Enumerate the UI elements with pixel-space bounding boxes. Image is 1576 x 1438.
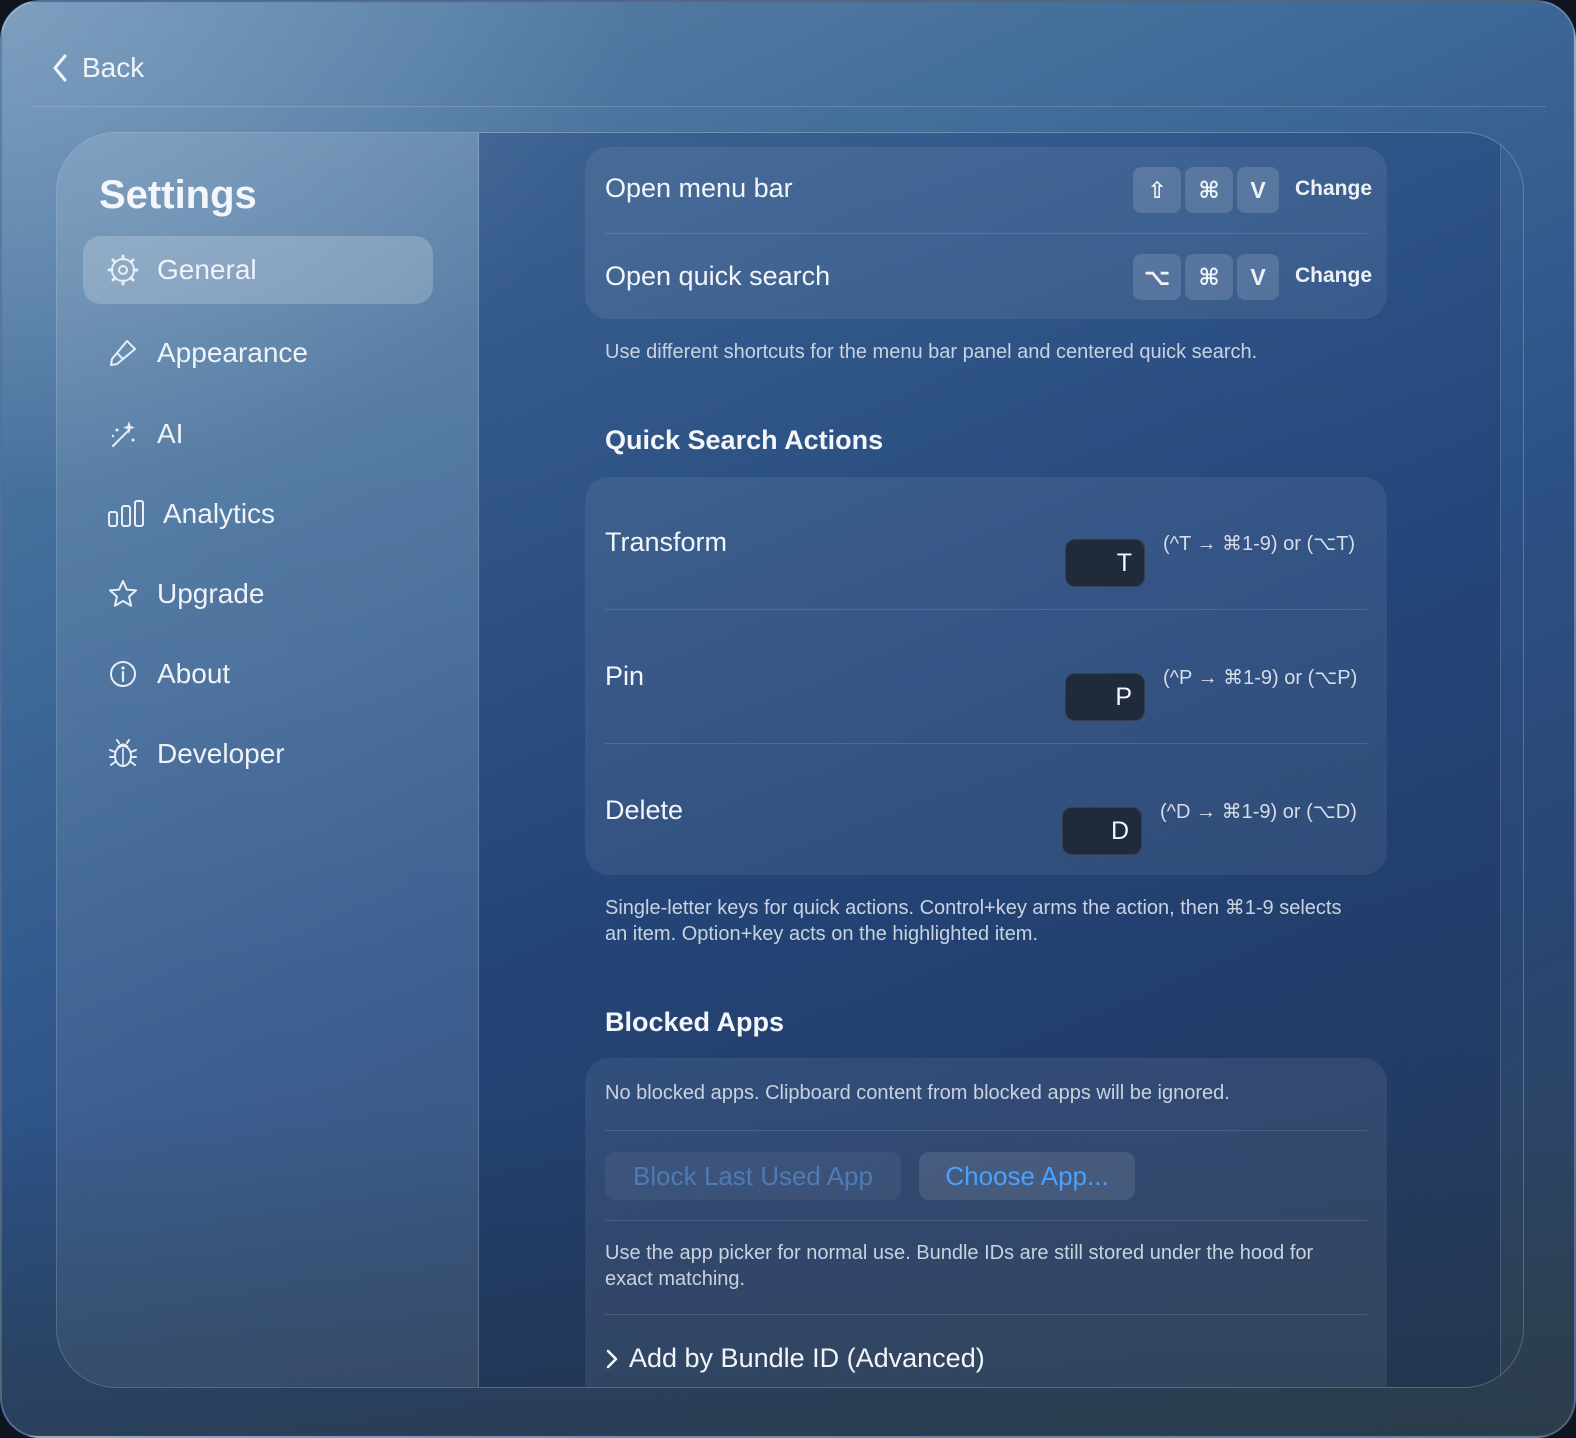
sidebar-item-label: Upgrade: [157, 578, 265, 609]
pin-key-field[interactable]: P: [1065, 673, 1145, 721]
sidebar-title: Settings: [99, 173, 257, 217]
header-divider: [30, 106, 1546, 107]
shortcut-label-menu-bar: Open menu bar: [605, 173, 793, 203]
blocked-apps-note: Use the app picker for normal use. Bundl…: [605, 1242, 1314, 1290]
action-label-delete: Delete: [605, 795, 684, 825]
block-last-used-app-button[interactable]: Block Last Used App: [605, 1152, 901, 1200]
paintbrush-icon: [110, 340, 136, 366]
star-icon: [109, 580, 137, 607]
settings-content: Open menu bar ⇧ ⌘ V Change Open quick se…: [479, 133, 1501, 1387]
transform-key-field[interactable]: T: [1065, 539, 1145, 587]
row-divider: [605, 233, 1367, 234]
back-label: Back: [82, 52, 145, 83]
quick-actions-card: Transform T (^T → ⌘1-9) or (⌥T) Pin P (^…: [585, 477, 1387, 875]
delete-key-field[interactable]: D: [1062, 807, 1142, 855]
sidebar-item-label: General: [157, 254, 257, 285]
command-key: ⌘: [1185, 167, 1233, 213]
blocked-apps-empty-text: No blocked apps. Clipboard content from …: [605, 1082, 1230, 1104]
transform-key-hint: (^T → ⌘1-9) or (⌥T): [1163, 533, 1356, 555]
shortcut-label-quick-search: Open quick search: [605, 261, 831, 291]
quick-actions-note: Single-letter keys for quick actions. Co…: [605, 897, 1342, 945]
option-key: ⌥: [1133, 254, 1181, 300]
row-divider: [605, 1130, 1367, 1131]
sidebar-item-about[interactable]: About: [83, 640, 433, 708]
pin-key-hint: (^P → ⌘1-9) or (⌥P): [1163, 667, 1358, 689]
info-icon: [110, 661, 136, 687]
sidebar: Settings General Appearance AI Analytics…: [57, 133, 479, 1387]
change-menu-bar-shortcut-button[interactable]: Change: [1295, 177, 1372, 201]
row-divider: [605, 1220, 1367, 1221]
sidebar-item-appearance[interactable]: Appearance: [83, 319, 433, 387]
v-key: V: [1237, 167, 1279, 213]
shift-key: ⇧: [1133, 167, 1181, 213]
settings-window: Back Settings General Appearance AI Anal…: [0, 0, 1576, 1438]
sidebar-item-general[interactable]: General: [83, 236, 433, 304]
sidebar-item-analytics[interactable]: Analytics: [83, 480, 433, 548]
blocked-apps-heading: Blocked Apps: [605, 1007, 785, 1037]
command-key: ⌘: [1185, 254, 1233, 300]
back-button[interactable]: Back: [50, 48, 144, 88]
shortcuts-card: Open menu bar ⇧ ⌘ V Change Open quick se…: [585, 147, 1387, 319]
chevron-right-icon: [606, 1349, 618, 1368]
shortcuts-note: Use different shortcuts for the menu bar…: [605, 341, 1258, 363]
sidebar-item-label: Appearance: [157, 337, 309, 368]
sidebar-item-ai[interactable]: AI: [83, 400, 433, 468]
chevron-left-icon: [53, 54, 67, 82]
row-divider: [605, 743, 1367, 744]
sidebar-item-label: About: [157, 658, 231, 689]
bug-icon: [109, 739, 137, 767]
quick-actions-heading: Quick Search Actions: [605, 425, 884, 455]
sidebar-item-upgrade[interactable]: Upgrade: [83, 560, 433, 628]
bar-chart-icon: [108, 500, 144, 527]
gear-icon: [107, 254, 139, 286]
sidebar-item-label: AI: [157, 418, 184, 449]
action-label-transform: Transform: [605, 527, 728, 557]
row-divider: [605, 1314, 1367, 1315]
sparkles-wand-icon: [111, 421, 135, 447]
sidebar-item-label: Analytics: [163, 498, 276, 529]
delete-key-hint: (^D → ⌘1-9) or (⌥D): [1160, 801, 1357, 823]
v-key: V: [1237, 254, 1279, 300]
sidebar-item-developer[interactable]: Developer: [83, 720, 433, 788]
choose-app-button[interactable]: Choose App...: [919, 1152, 1135, 1200]
action-label-pin: Pin: [605, 661, 645, 691]
settings-panel: Settings General Appearance AI Analytics…: [56, 132, 1524, 1388]
blocked-apps-card: No blocked apps. Clipboard content from …: [585, 1058, 1387, 1387]
sidebar-item-label: Developer: [157, 738, 285, 769]
add-by-bundle-id-disclosure[interactable]: Add by Bundle ID (Advanced): [605, 1343, 985, 1374]
content-scroll-edge: [1499, 143, 1501, 1387]
change-quick-search-shortcut-button[interactable]: Change: [1295, 264, 1372, 288]
disclosure-label: Add by Bundle ID (Advanced): [629, 1343, 985, 1373]
row-divider: [605, 609, 1367, 610]
